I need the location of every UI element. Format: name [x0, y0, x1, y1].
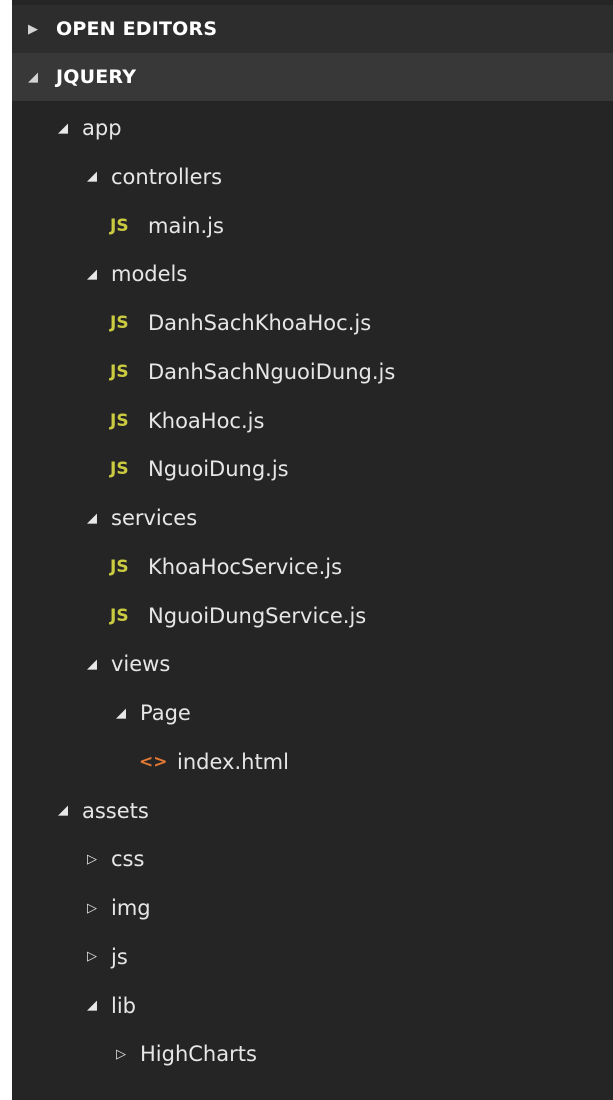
tree-item-label: js: [111, 944, 128, 969]
tree-item-label: main.js: [148, 213, 224, 238]
collapsed-chevron-icon[interactable]: ▷: [81, 949, 103, 964]
tree-item-label: css: [111, 847, 145, 872]
tree-folder-item[interactable]: ◢ app: [12, 104, 613, 152]
js-file-icon: JS: [110, 459, 129, 480]
expanded-chevron-icon: ◢: [28, 69, 39, 85]
expanded-chevron-icon[interactable]: ◢: [52, 121, 74, 136]
js-file-icon: JS: [110, 215, 129, 236]
tree-item-label: controllers: [111, 164, 223, 189]
open-editors-header[interactable]: ▶ OPEN EDITORS: [12, 5, 613, 53]
project-label: JQUERY: [56, 66, 137, 88]
tree-file-item[interactable]: JS NguoiDungService.js: [12, 592, 613, 640]
tree-item-label: lib: [111, 993, 136, 1018]
tree-folder-item[interactable]: ▷ img: [12, 884, 613, 932]
tree-folder-item[interactable]: ▷ HighCharts: [12, 1030, 613, 1078]
tree-file-item[interactable]: JS NguoiDung.js: [12, 445, 613, 493]
tree-folder-item[interactable]: ◢ lib: [12, 982, 613, 1030]
tree-file-item[interactable]: JS DanhSachNguoiDung.js: [12, 348, 613, 396]
expanded-chevron-icon[interactable]: ◢: [81, 169, 103, 184]
js-file-icon: JS: [110, 313, 129, 333]
tree-item-label: NguoiDungService.js: [148, 603, 367, 628]
expanded-chevron-icon[interactable]: ◢: [81, 511, 103, 526]
tree-item-label: NguoiDung.js: [148, 457, 289, 482]
tree-file-item[interactable]: <> index.html: [12, 738, 613, 786]
js-file-icon: JS: [110, 410, 129, 431]
js-file-icon: JS: [110, 361, 129, 382]
html-file-icon: <>: [139, 751, 168, 772]
tree-item-label: services: [111, 506, 198, 530]
tree-item-label: index.html: [177, 749, 289, 774]
project-header[interactable]: ◢ JQUERY: [12, 53, 613, 101]
tree-folder-item[interactable]: ◢ controllers: [12, 153, 613, 201]
collapsed-chevron-icon[interactable]: ▷: [110, 1047, 132, 1062]
tree-item-label: HighCharts: [140, 1042, 257, 1067]
js-file-icon: JS: [110, 605, 129, 626]
tree-folder-item[interactable]: ◢ Page: [12, 689, 613, 737]
tree-item-label: Page: [140, 701, 191, 725]
tree-item-label: models: [111, 262, 188, 287]
tree-folder-item[interactable]: ◢ assets: [12, 787, 613, 835]
expanded-chevron-icon[interactable]: ◢: [110, 706, 132, 721]
expanded-chevron-icon[interactable]: ◢: [81, 998, 103, 1013]
tree-item-label: KhoaHoc.js: [148, 408, 265, 433]
tree-item-label: assets: [82, 798, 149, 823]
expanded-chevron-icon[interactable]: ◢: [52, 803, 74, 818]
tree-folder-item[interactable]: ▷ css: [12, 835, 613, 883]
tree-item-label: app: [82, 116, 122, 140]
expanded-chevron-icon[interactable]: ◢: [81, 657, 103, 672]
tree-file-item[interactable]: JS KhoaHoc.js: [12, 397, 613, 445]
collapsed-chevron-icon[interactable]: ▷: [81, 901, 103, 916]
js-file-icon: JS: [110, 556, 129, 577]
tree-folder-item[interactable]: ▷ js: [12, 933, 613, 981]
tree-file-item[interactable]: JS KhoaHocService.js: [12, 543, 613, 591]
tree-folder-item[interactable]: ◢ views: [12, 640, 613, 688]
open-editors-label: OPEN EDITORS: [56, 18, 218, 40]
tree-file-item[interactable]: JS main.js: [12, 202, 613, 250]
collapsed-chevron-icon: ▶: [28, 21, 39, 37]
collapsed-chevron-icon[interactable]: ▷: [81, 852, 103, 867]
tree-item-label: views: [111, 652, 171, 677]
tree-item-label: img: [111, 896, 151, 920]
tree-folder-item[interactable]: ◢ services: [12, 494, 613, 542]
tree-item-label: KhoaHocService.js: [148, 554, 343, 579]
tree-folder-item[interactable]: ◢ models: [12, 250, 613, 298]
tree-item-label: DanhSachKhoaHoc.js: [148, 311, 372, 335]
expanded-chevron-icon[interactable]: ◢: [81, 267, 103, 282]
tree-item-label: DanhSachNguoiDung.js: [148, 359, 396, 384]
explorer-frame: ▶ OPEN EDITORS ◢ JQUERY ◢ app ◢ controllers…: [0, 0, 613, 1100]
tree-file-item[interactable]: JS DanhSachKhoaHoc.js: [12, 299, 613, 347]
